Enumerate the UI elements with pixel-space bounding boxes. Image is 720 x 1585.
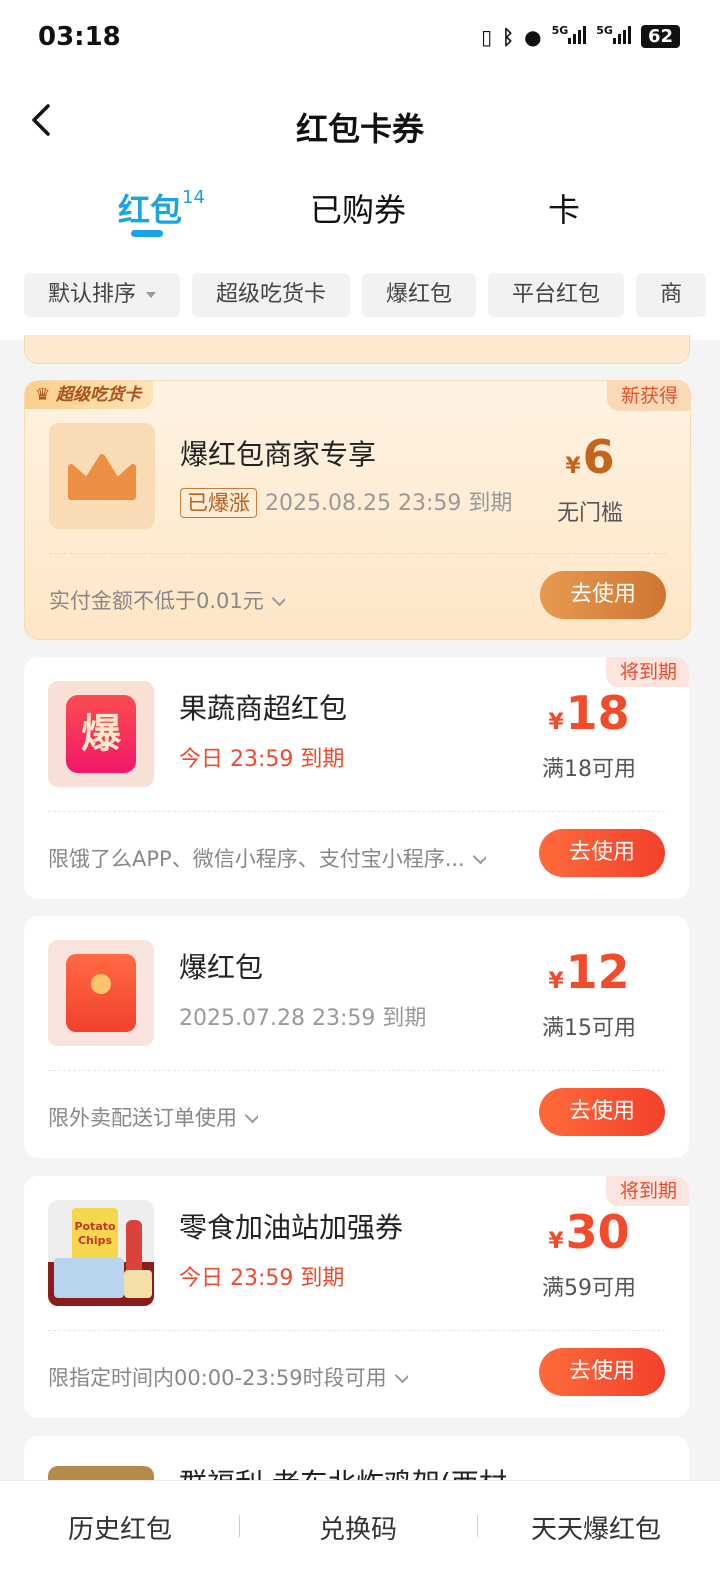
coupon-note[interactable]: 实付金额不低于0.01元 bbox=[49, 585, 285, 615]
coupon-expire: 今日 23:59 到期 bbox=[179, 1266, 345, 1291]
status-bar: 03:18 ▯ ᛒ ● 5G 5G 62 bbox=[0, 0, 720, 80]
super-card-badge: ♛ 超级吃货卡 bbox=[25, 381, 154, 409]
coupon-expire: 今日 23:59 到期 bbox=[179, 747, 345, 772]
coupon-condition: 满15可用 bbox=[542, 1016, 636, 1041]
tab-count: 14 bbox=[182, 187, 205, 209]
chevron-down-icon bbox=[472, 848, 486, 865]
status-badge: 已爆涨 bbox=[180, 488, 257, 518]
coupon-title: 零食加油站加强券 bbox=[179, 1211, 404, 1244]
coupon-amount: ¥6 无门槛 bbox=[530, 429, 650, 527]
signal-icon: 5G bbox=[552, 24, 587, 49]
divider bbox=[49, 553, 666, 554]
battery-icon: 62 bbox=[640, 25, 680, 48]
filter-chip[interactable]: 爆红包 bbox=[362, 273, 477, 317]
chevron-down-icon bbox=[394, 1367, 408, 1384]
use-button[interactable]: 去使用 bbox=[539, 1348, 665, 1396]
coupon-amount: ¥30 满59可用 bbox=[529, 1204, 649, 1302]
crown-icon bbox=[49, 423, 155, 529]
coupon-expire: 2025.07.28 23:59 到期 bbox=[179, 1006, 427, 1031]
new-flag: 新获得 bbox=[606, 381, 690, 411]
snack-image: Potato Chips bbox=[48, 1200, 154, 1306]
bottom-bar: 历史红包 兑换码 天天爆红包 bbox=[0, 1480, 720, 1585]
coupon-card[interactable]: 爆红包 2025.07.28 23:59 到期 ¥12 满15可用 限外卖配送订… bbox=[24, 916, 689, 1158]
tab-bar: 红包14 已购券 卡 bbox=[0, 180, 720, 240]
vibrate-icon: ▯ bbox=[481, 24, 493, 49]
divider bbox=[48, 811, 665, 812]
filter-sort[interactable]: 默认排序 bbox=[24, 273, 181, 317]
tab-indicator bbox=[131, 230, 163, 237]
coupon-title: 果蔬商超红包 bbox=[179, 692, 348, 725]
divider bbox=[48, 1330, 665, 1331]
location-icon: ● bbox=[524, 24, 542, 49]
coupon-card[interactable]: ♛ 超级吃货卡 新获得 爆红包商家专享 已爆涨 2025.08.25 23:59 … bbox=[24, 380, 691, 640]
daily-hongbao-button[interactable]: 天天爆红包 bbox=[476, 1509, 716, 1546]
coupon-condition: 无门槛 bbox=[556, 501, 623, 526]
status-icons: ▯ ᛒ ● 5G 5G 62 bbox=[481, 24, 680, 49]
use-button[interactable]: 去使用 bbox=[539, 829, 665, 877]
expiring-flag: 将到期 bbox=[605, 1176, 689, 1206]
status-time: 03:18 bbox=[38, 22, 121, 52]
coupon-card[interactable]: 将到期 Potato Chips 零食加油站加强券 今日 23:59 到期 ¥3… bbox=[24, 1176, 689, 1418]
filter-chip[interactable]: 平台红包 bbox=[488, 273, 625, 317]
coupon-note[interactable]: 限饿了么APP、微信小程序、支付宝小程序... bbox=[48, 843, 486, 873]
filter-row: 默认排序 超级吃货卡 爆红包 平台红包 商 bbox=[24, 273, 707, 317]
use-button[interactable]: 去使用 bbox=[539, 1088, 665, 1136]
previous-card-edge bbox=[24, 335, 690, 364]
signal-icon: 5G bbox=[596, 24, 631, 49]
filter-chip[interactable]: 超级吃货卡 bbox=[192, 273, 351, 317]
chevron-down-icon bbox=[244, 1107, 258, 1124]
chevron-down-icon bbox=[271, 590, 285, 607]
use-button[interactable]: 去使用 bbox=[540, 571, 666, 619]
filter-chip[interactable]: 商 bbox=[636, 273, 707, 317]
coupon-note[interactable]: 限指定时间内00:00-23:59时段可用 bbox=[48, 1362, 408, 1392]
redeem-code-button[interactable]: 兑换码 bbox=[238, 1509, 478, 1546]
coupon-title: 爆红包 bbox=[179, 951, 264, 984]
coupon-title: 爆红包商家专享 bbox=[180, 438, 377, 471]
tab-hongbao[interactable]: 红包14 bbox=[118, 185, 205, 231]
coupon-amount: ¥12 满15可用 bbox=[529, 944, 649, 1042]
page-title: 红包卡券 bbox=[295, 110, 424, 148]
bluetooth-icon: ᛒ bbox=[502, 24, 515, 49]
expiring-flag: 将到期 bbox=[605, 657, 689, 687]
coupon-condition: 满18可用 bbox=[542, 757, 636, 782]
coupon-expire: 已爆涨 2025.08.25 23:59 到期 bbox=[180, 485, 512, 518]
history-button[interactable]: 历史红包 bbox=[0, 1509, 240, 1546]
tab-card[interactable]: 卡 bbox=[548, 185, 580, 231]
coupon-note[interactable]: 限外卖配送订单使用 bbox=[48, 1102, 258, 1132]
divider bbox=[48, 1070, 665, 1071]
bao-icon: 爆 bbox=[48, 681, 154, 787]
tab-purchased[interactable]: 已购券 bbox=[310, 185, 406, 231]
nav-bar: 红包卡券 bbox=[0, 86, 720, 166]
coupon-card[interactable]: 将到期 爆 果蔬商超红包 今日 23:59 到期 ¥18 满18可用 限饿了么A… bbox=[24, 657, 689, 899]
coupon-condition: 满59可用 bbox=[542, 1276, 636, 1301]
dropdown-icon bbox=[146, 292, 157, 298]
red-envelope-icon bbox=[48, 940, 154, 1046]
coupon-amount: ¥18 满18可用 bbox=[529, 685, 649, 783]
